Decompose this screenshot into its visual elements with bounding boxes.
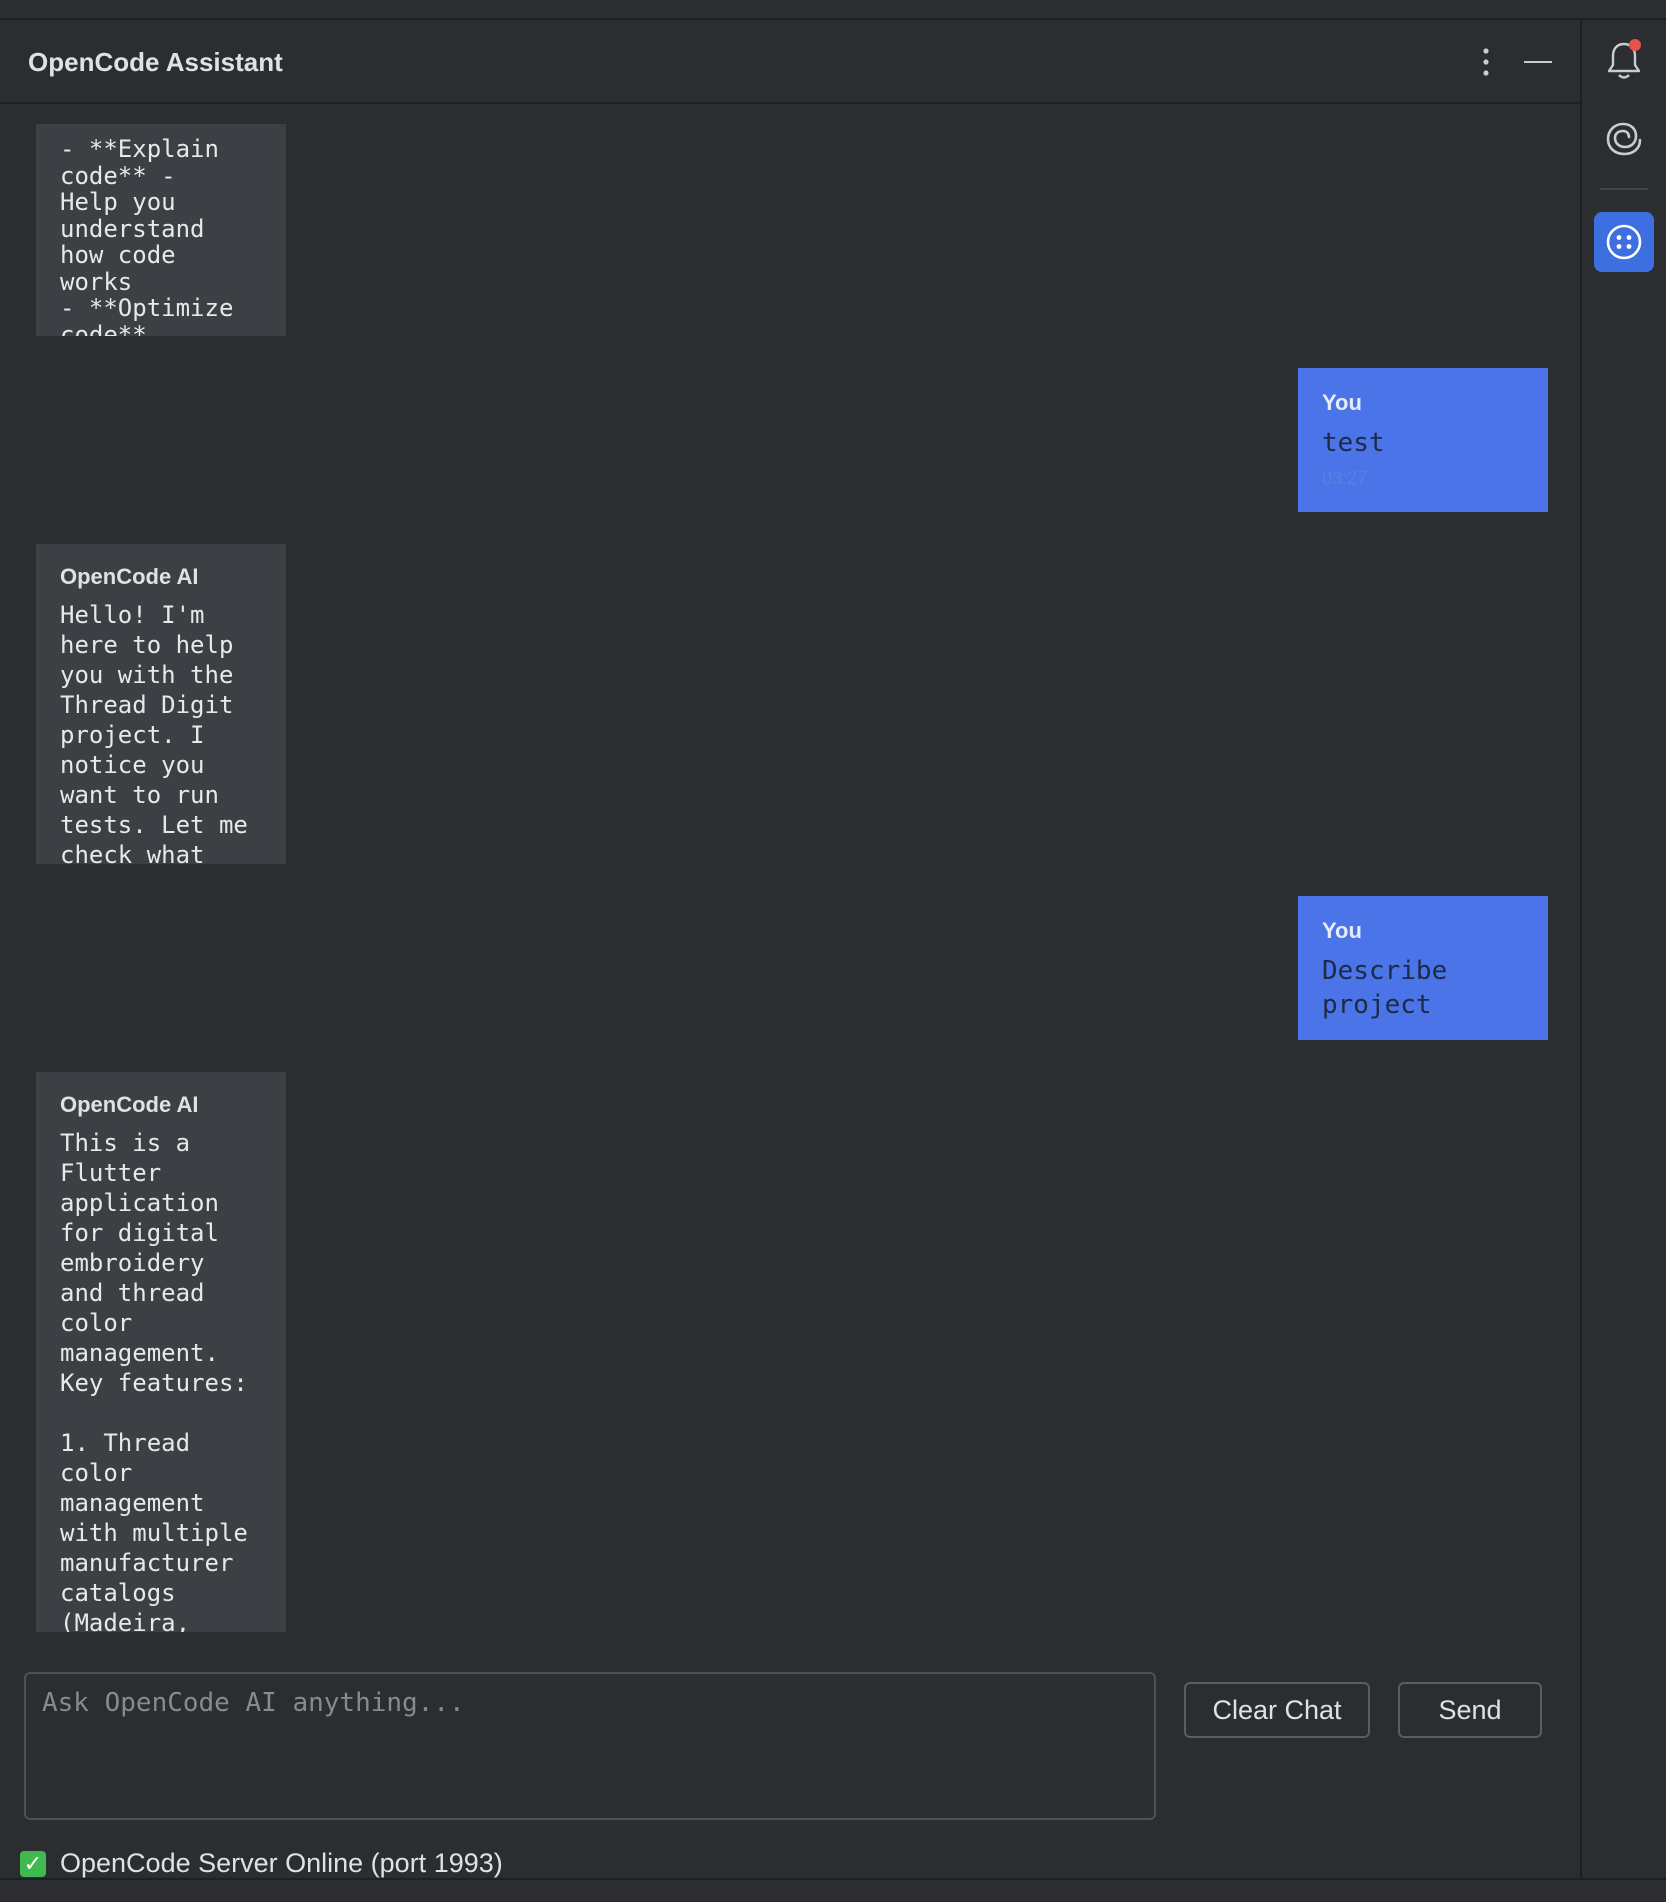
spiral-icon[interactable] [1594,108,1654,168]
user-message-bubble: You Describe project [1298,896,1548,1040]
clear-chat-button[interactable]: Clear Chat [1184,1682,1370,1738]
ai-message-bubble: OpenCode AI Hello! I'm here to help you … [36,544,286,864]
bell-icon[interactable] [1594,30,1654,90]
message-text: Describe project [1322,956,1463,1020]
window-top-edge [0,0,1666,20]
message-sender: You [1322,918,1362,943]
message-text: Hello! I'm here to help you with the Thr… [60,601,263,864]
assistant-dots-icon[interactable] [1594,212,1654,272]
more-options-icon[interactable] [1466,42,1506,82]
chat-input[interactable] [26,1674,1154,1818]
ai-message-bubble: - **Explain code** - Help you understand… [36,124,286,336]
assistant-panel: OpenCode Assistant - **Explain code** - … [0,20,1582,1878]
message-sender: OpenCode AI [60,564,199,589]
window-bottom-edge [0,1878,1666,1902]
chat-input-container [24,1672,1156,1820]
toolstrip-divider [1600,188,1648,190]
right-tool-strip [1582,20,1666,1878]
ai-message-bubble: OpenCode AI This is a Flutter applicatio… [36,1072,286,1632]
send-button[interactable]: Send [1398,1682,1542,1738]
panel-header: OpenCode Assistant [0,20,1580,104]
message-sender: OpenCode AI [60,1092,199,1117]
message-text: - **Explain code** - Help you understand… [60,135,234,336]
user-message-bubble: You test 03:27 [1298,368,1548,512]
message-text: This is a Flutter application for digita… [60,1129,248,1632]
server-status-text: OpenCode Server Online (port 1993) [60,1848,503,1878]
chat-messages[interactable]: - **Explain code** - Help you understand… [0,104,1580,1634]
message-sender: You [1322,390,1362,415]
message-time: 03:27 [1322,468,1368,488]
minimize-icon[interactable] [1518,42,1558,82]
server-status: ✓ OpenCode Server Online (port 1993) [20,1848,503,1879]
check-icon: ✓ [20,1850,46,1877]
panel-title: OpenCode Assistant [28,47,283,77]
message-text: test [1322,428,1385,458]
